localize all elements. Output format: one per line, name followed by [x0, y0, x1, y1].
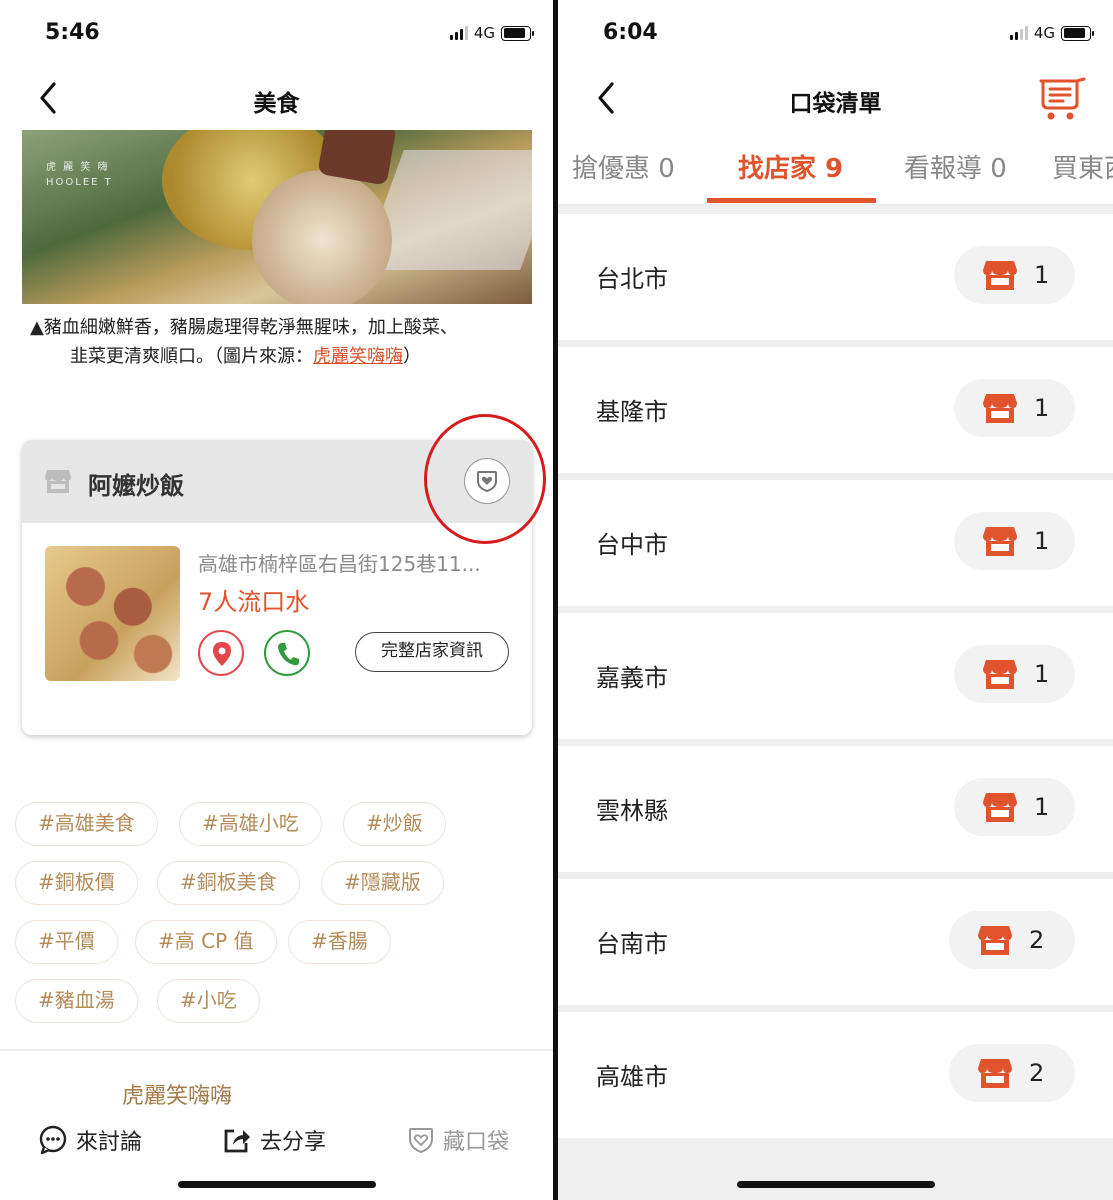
tab-articles[interactable]: 看報導 0 — [904, 148, 1007, 185]
tag[interactable]: #高 CP 值 — [135, 920, 277, 964]
store-count-badge[interactable]: 1 — [954, 778, 1075, 836]
page-title: 口袋清單 — [789, 91, 882, 117]
store-card-header: 阿嬤炒飯 — [22, 440, 532, 523]
city-name: 高雄市 — [596, 1063, 668, 1091]
drool-count: 7人流口水 — [198, 588, 310, 616]
shopping-cart-icon — [1039, 77, 1086, 120]
tag[interactable]: #炒飯 — [343, 802, 446, 846]
favorite-button[interactable] — [464, 458, 510, 504]
store-food-photo[interactable] — [45, 546, 180, 681]
left-screen: 5:46 4G 美食 虎 麗 笑 嗨 HOOLEE T ▲豬血細嫩鮮香，豬腸處理… — [0, 0, 553, 1200]
city-name: 嘉義市 — [596, 664, 668, 692]
status-bar: 6:04 4G — [558, 0, 1113, 68]
store-icon — [978, 926, 1012, 955]
status-time: 6:04 — [603, 20, 658, 45]
network-label: 4G — [1033, 24, 1055, 42]
divider — [0, 1049, 553, 1051]
city-list: 台北市 1 基隆市 1 台中市 1 嘉義市 1 雲林縣 1 台南市 2 高雄市 … — [558, 210, 1113, 1200]
page-title: 美食 — [253, 91, 300, 117]
tab-deals[interactable]: 搶優惠 0 — [572, 148, 675, 185]
status-time: 5:46 — [45, 20, 100, 45]
tag[interactable]: #平價 — [15, 920, 118, 964]
store-icon — [983, 261, 1017, 290]
store-count-badge[interactable]: 2 — [949, 1044, 1075, 1102]
store-card: 阿嬤炒飯 高雄市楠梓區右昌街125巷11... 7人流口水 完整店家資訊 — [22, 440, 532, 735]
tag[interactable]: #豬血湯 — [15, 979, 138, 1023]
status-icons: 4G — [1009, 24, 1094, 42]
city-name: 台南市 — [596, 930, 668, 958]
photo-watermark: 虎 麗 笑 嗨 HOOLEE T — [46, 162, 113, 188]
tag[interactable]: #隱藏版 — [321, 861, 444, 905]
tag[interactable]: #銅板價 — [15, 861, 138, 905]
article-photo: 虎 麗 笑 嗨 HOOLEE T — [22, 130, 532, 304]
share-icon — [224, 1129, 250, 1153]
photo-caption: ▲豬血細嫩鮮香，豬腸處理得乾淨無腥味，加上酸菜、 韭菜更清爽順口。（圖片來源：虎… — [30, 317, 458, 367]
city-name: 基隆市 — [596, 398, 668, 426]
battery-icon — [501, 25, 534, 41]
source-link[interactable]: 虎麗笑嗨嗨 — [313, 346, 403, 367]
nav-bar: 口袋清單 — [558, 70, 1113, 128]
heart-pocket-icon — [477, 471, 497, 493]
status-icons: 4G — [449, 24, 534, 42]
full-store-info-button[interactable]: 完整店家資訊 — [355, 632, 509, 672]
store-icon — [983, 394, 1017, 423]
signal-icon — [1009, 26, 1028, 40]
home-indicator — [736, 1181, 935, 1188]
author-name[interactable]: 虎麗笑嗨嗨 — [122, 1078, 232, 1110]
chat-bubble-icon — [39, 1125, 67, 1155]
tag[interactable]: #高雄小吃 — [179, 802, 322, 846]
store-name: 阿嬤炒飯 — [88, 472, 184, 500]
call-button[interactable] — [264, 630, 310, 676]
store-count-badge[interactable]: 1 — [954, 645, 1075, 703]
tab-stores[interactable]: 找店家 9 — [738, 148, 843, 185]
signal-icon — [449, 26, 468, 40]
city-name: 台北市 — [596, 265, 668, 293]
city-name: 台中市 — [596, 531, 668, 559]
store-icon — [978, 1059, 1012, 1088]
store-count-badge[interactable]: 1 — [954, 246, 1075, 304]
tag[interactable]: #高雄美食 — [15, 802, 158, 846]
store-count-badge[interactable]: 2 — [949, 911, 1075, 969]
store-icon — [983, 793, 1017, 822]
city-name: 雲林縣 — [596, 797, 668, 825]
save-to-pocket-button[interactable]: 藏口袋 — [407, 1124, 509, 1156]
nav-bar: 美食 — [0, 70, 553, 128]
status-bar: 5:46 4G — [0, 0, 553, 68]
home-indicator — [177, 1181, 376, 1188]
battery-icon — [1061, 25, 1094, 41]
store-icon — [983, 527, 1017, 556]
store-count-badge[interactable]: 1 — [954, 379, 1075, 437]
active-tab-underline — [707, 198, 876, 203]
tab-bar: 搶優惠 0 找店家 9 看報導 0 買東西 — [558, 136, 1113, 204]
city-row[interactable]: 台中市 1 — [558, 480, 1113, 606]
tag[interactable]: #小吃 — [157, 979, 260, 1023]
phone-icon — [278, 643, 299, 666]
location-pin-icon — [213, 642, 231, 666]
tag[interactable]: #銅板美食 — [157, 861, 300, 905]
cart-button[interactable] — [1037, 76, 1087, 122]
city-row[interactable]: 高雄市 2 — [558, 1012, 1113, 1138]
city-row[interactable]: 基隆市 1 — [558, 347, 1113, 473]
tab-shopping[interactable]: 買東西 — [1052, 148, 1113, 185]
network-label: 4G — [473, 24, 495, 42]
city-row[interactable]: 台南市 2 — [558, 879, 1113, 1005]
store-address: 高雄市楠梓區右昌街125巷11... — [198, 552, 481, 576]
pocket-heart-icon — [409, 1128, 433, 1154]
city-row[interactable]: 嘉義市 1 — [558, 613, 1113, 739]
bottom-action-bar: 來討論 去分享 藏口袋 — [0, 1112, 553, 1170]
store-icon — [45, 470, 71, 493]
store-count-badge[interactable]: 1 — [954, 512, 1075, 570]
map-button[interactable] — [198, 630, 244, 676]
share-button[interactable]: 去分享 — [222, 1124, 326, 1156]
store-icon — [983, 660, 1017, 689]
discuss-button[interactable]: 來討論 — [38, 1124, 142, 1156]
city-row[interactable]: 台北市 1 — [558, 214, 1113, 340]
right-screen: 6:04 4G 口袋清單 搶優惠 0 找店家 9 看報導 0 買東西 台北市 — [558, 0, 1113, 1200]
city-row[interactable]: 雲林縣 1 — [558, 746, 1113, 872]
tag[interactable]: #香腸 — [288, 920, 391, 964]
